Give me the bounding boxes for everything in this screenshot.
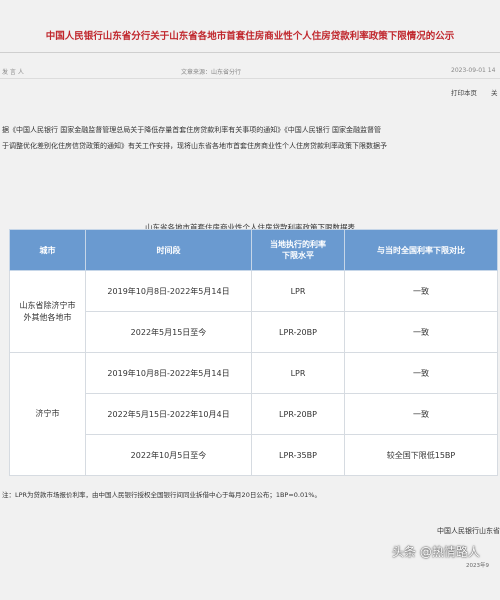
period-cell: 2022年5月15日-2022年10月4日: [85, 393, 252, 435]
compare-cell: 一致: [344, 352, 498, 394]
meta-author: 发 言 人: [2, 69, 24, 76]
table-footnote: 注：LPR为贷款市场报价利率，由中国人民银行授权全国银行间同业拆借中心于每月20…: [2, 491, 321, 499]
period-cell: 2019年10月8日-2022年5月14日: [85, 270, 252, 312]
meta-source: 文章来源：山东省分行: [181, 69, 242, 76]
body-paragraph-line-2: 于调整优化差别化住房信贷政策的通知》有关工作安排，现将山东省各地市首套住房商业性…: [2, 142, 387, 150]
watermark: 头条 @热情路人: [392, 545, 480, 559]
meta-divider: [0, 78, 500, 79]
issue-date: 2023年9: [466, 563, 489, 569]
title-divider: [0, 52, 500, 53]
header-compare: 与当时全国利率下限对比: [344, 229, 498, 271]
compare-cell: 一致: [344, 270, 498, 312]
period-cell: 2019年10月8日-2022年5月14日: [85, 352, 252, 394]
header-rate: 当地执行的利率 下限水平: [251, 229, 345, 271]
header-rate-line1: 当地执行的利率: [270, 240, 326, 249]
header-city: 城市: [9, 229, 86, 271]
rate-cell: LPR: [251, 270, 345, 312]
period-cell: 2022年5月15日至今: [85, 311, 252, 353]
table-header-row: 城市 时间段 当地执行的利率 下限水平 与当时全国利率下限对比: [9, 229, 498, 271]
rate-cell: LPR: [251, 352, 345, 394]
issuer-signature: 中国人民银行山东省: [437, 527, 500, 535]
body-paragraph-line-1: 据《中国人民银行 国家金融监督管理总局关于降低存量首套住房贷款利率有关事项的通知…: [2, 126, 381, 134]
city-cell: 济宁市: [9, 352, 86, 476]
print-link[interactable]: 打印本页: [451, 87, 477, 97]
city-cell: 山东省除济宁市 外其他各地市: [9, 270, 86, 353]
header-period: 时间段: [85, 229, 252, 271]
compare-cell: 一致: [344, 311, 498, 353]
meta-date: 2023-09-01 14: [451, 67, 496, 74]
rate-cell: LPR-20BP: [251, 393, 345, 435]
header-rate-line2: 下限水平: [282, 251, 314, 260]
city-label-line1: 山东省除济宁市: [19, 300, 76, 310]
rate-cell: LPR-20BP: [251, 311, 345, 353]
table-row: 济宁市 2019年10月8日-2022年5月14日 LPR 一致: [9, 352, 498, 476]
period-cell: 2022年10月5日至今: [85, 434, 252, 476]
table-row: 山东省除济宁市 外其他各地市 2019年10月8日-2022年5月14日 LPR…: [9, 270, 498, 353]
compare-cell: 较全国下限低15BP: [344, 434, 498, 476]
page-title: 中国人民银行山东省分行关于山东省各地市首套住房商业性个人住房贷款利率政策下限情况…: [45, 31, 455, 42]
city-label-line2: 外其他各地市: [23, 312, 72, 322]
compare-cell: 一致: [344, 393, 498, 435]
rate-cell: LPR-35BP: [251, 434, 345, 476]
rate-table: 城市 时间段 当地执行的利率 下限水平 与当时全国利率下限对比 山东省除济宁市 …: [9, 229, 498, 476]
close-link[interactable]: 关: [491, 87, 498, 97]
rate-table-container: 城市 时间段 当地执行的利率 下限水平 与当时全国利率下限对比 山东省除济宁市 …: [9, 229, 498, 476]
